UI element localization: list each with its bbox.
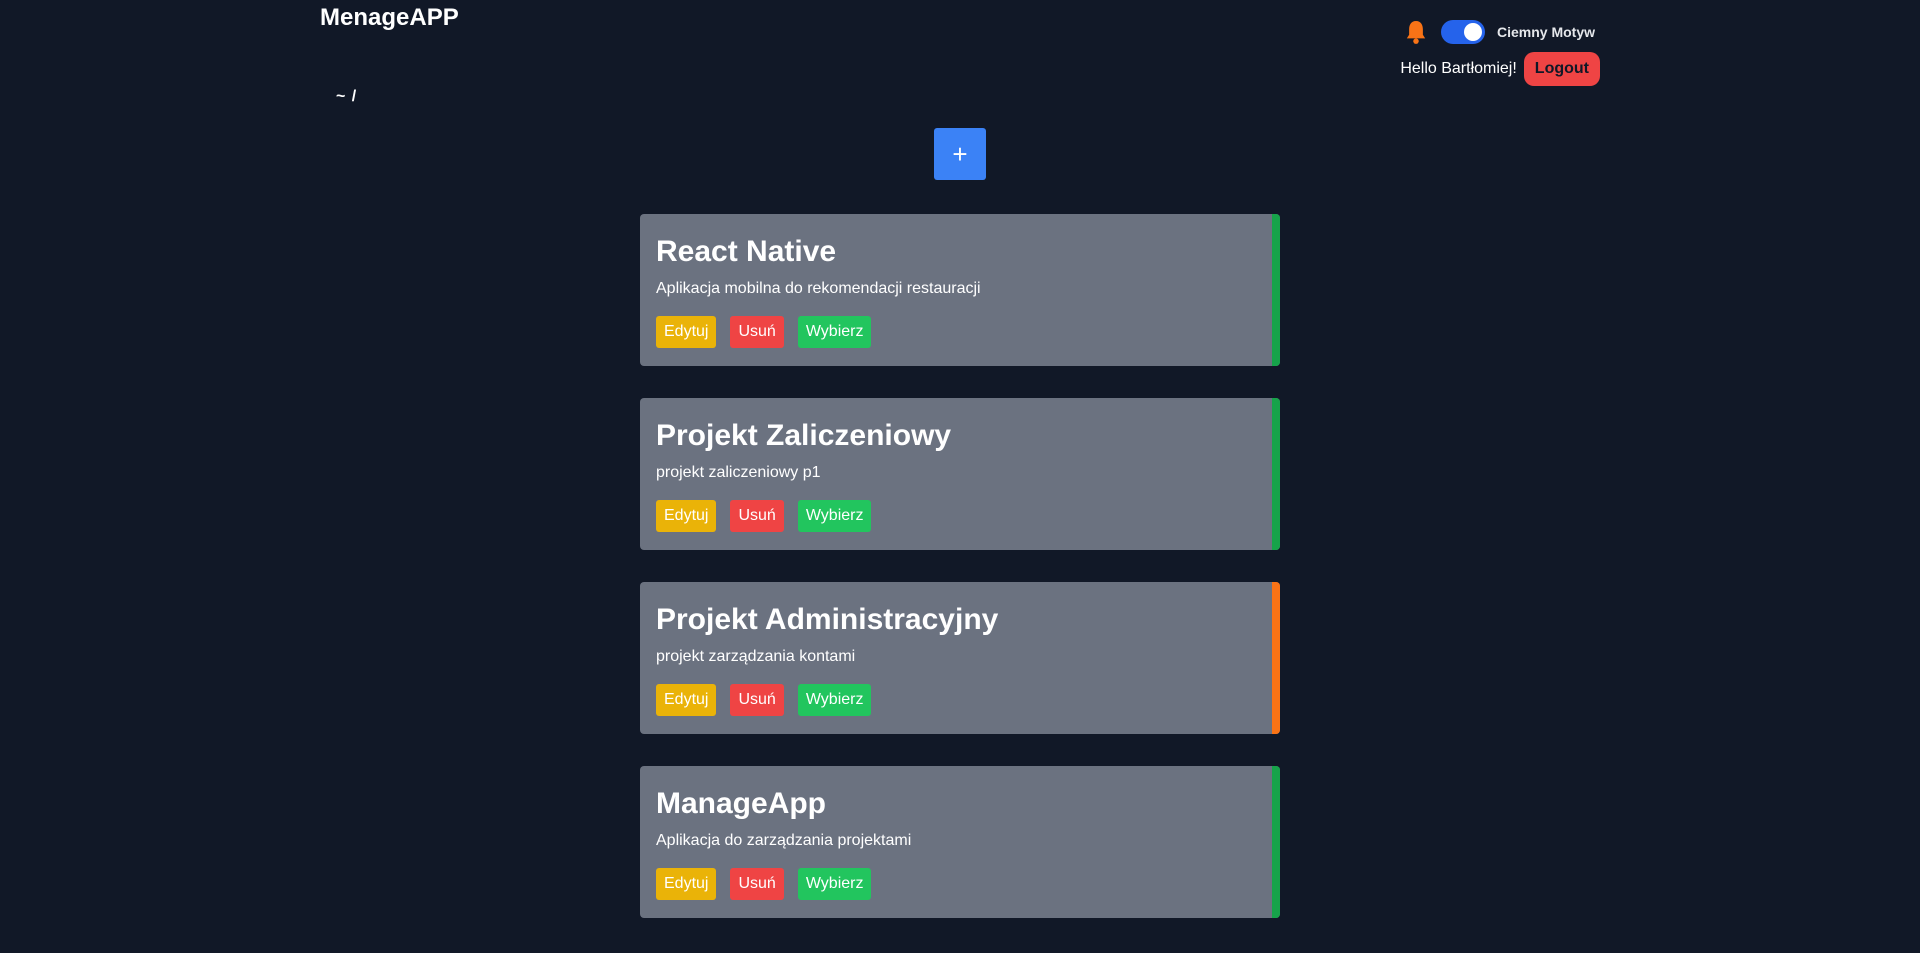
breadcrumb[interactable]: ~ / bbox=[336, 88, 357, 106]
edit-button[interactable]: Edytuj bbox=[656, 316, 717, 348]
project-actions: Edytuj Usuń Wybierz bbox=[656, 316, 1264, 348]
user-greeting-row: Hello Bartłomiej! Logout bbox=[1400, 52, 1600, 86]
project-description: projekt zaliczeniowy p1 bbox=[656, 464, 821, 481]
edit-button[interactable]: Edytuj bbox=[656, 500, 717, 532]
project-actions: Edytuj Usuń Wybierz bbox=[656, 684, 1264, 716]
select-button[interactable]: Wybierz bbox=[797, 316, 872, 348]
project-title: React Native bbox=[656, 235, 837, 268]
status-bar bbox=[1272, 766, 1280, 918]
project-card: React Native Aplikacja mobilna do rekome… bbox=[640, 214, 1280, 366]
bell-icon[interactable] bbox=[1403, 18, 1429, 46]
project-title: ManageApp bbox=[656, 787, 827, 820]
dark-theme-label: Ciemny Motyw bbox=[1496, 24, 1595, 40]
project-list: React Native Aplikacja mobilna do rekome… bbox=[640, 214, 1280, 950]
delete-button[interactable]: Usuń bbox=[730, 316, 784, 348]
project-card: Projekt Administracyjny projekt zarządza… bbox=[640, 582, 1280, 734]
project-description: Aplikacja mobilna do rekomendacji restau… bbox=[656, 280, 981, 297]
project-description: projekt zarządzania kontami bbox=[656, 648, 856, 665]
logout-button[interactable]: Logout bbox=[1523, 52, 1600, 86]
delete-button[interactable]: Usuń bbox=[730, 684, 784, 716]
header-controls: Ciemny Motyw bbox=[1403, 18, 1595, 46]
select-button[interactable]: Wybierz bbox=[797, 868, 872, 900]
add-project-button[interactable]: + bbox=[934, 128, 986, 180]
status-bar bbox=[1272, 398, 1280, 550]
edit-button[interactable]: Edytuj bbox=[656, 868, 717, 900]
app-logo[interactable]: MenageAPP bbox=[320, 4, 459, 32]
user-panel: Ciemny Motyw Hello Bartłomiej! Logout bbox=[1400, 18, 1600, 86]
page: MenageAPP Ciemny Motyw Hello Bartłomiej!… bbox=[0, 0, 1920, 953]
toggle-knob bbox=[1463, 23, 1482, 41]
project-title: Projekt Administracyjny bbox=[656, 603, 999, 636]
project-actions: Edytuj Usuń Wybierz bbox=[656, 868, 1264, 900]
project-title: Projekt Zaliczeniowy bbox=[656, 419, 952, 452]
project-description: Aplikacja do zarządzania projektami bbox=[656, 832, 912, 849]
select-button[interactable]: Wybierz bbox=[797, 684, 872, 716]
project-actions: Edytuj Usuń Wybierz bbox=[656, 500, 1264, 532]
project-card: Projekt Zaliczeniowy projekt zaliczeniow… bbox=[640, 398, 1280, 550]
user-greeting: Hello Bartłomiej! bbox=[1400, 60, 1517, 77]
project-card: ManageApp Aplikacja do zarządzania proje… bbox=[640, 766, 1280, 918]
status-bar bbox=[1272, 582, 1280, 734]
status-bar bbox=[1272, 214, 1280, 366]
delete-button[interactable]: Usuń bbox=[730, 500, 784, 532]
delete-button[interactable]: Usuń bbox=[730, 868, 784, 900]
dark-theme-toggle[interactable] bbox=[1440, 20, 1485, 44]
edit-button[interactable]: Edytuj bbox=[656, 684, 717, 716]
select-button[interactable]: Wybierz bbox=[797, 500, 872, 532]
